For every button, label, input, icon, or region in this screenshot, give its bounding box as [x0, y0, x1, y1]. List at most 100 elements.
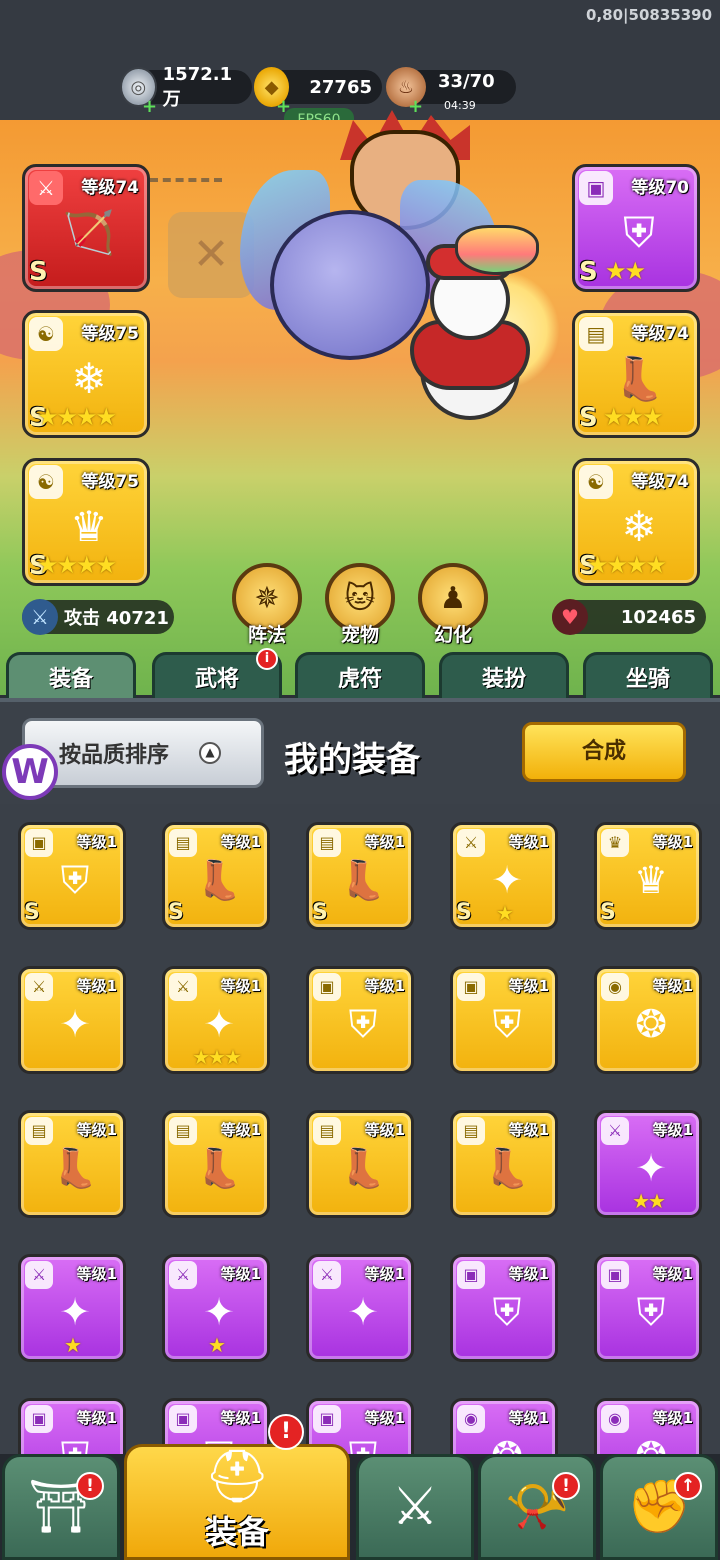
item-level: 等级1	[76, 1265, 117, 1283]
item-stars: ★★★	[192, 1045, 242, 1069]
inventory-item[interactable]: ⚔ 等级1 ✦ S ★	[450, 822, 558, 930]
formation-label: 阵法	[247, 624, 286, 646]
item-level: 等级1	[652, 1121, 693, 1139]
inventory-item[interactable]: ▤ 等级1 👢	[162, 1110, 270, 1218]
item-stars: ★	[208, 1333, 226, 1357]
item-level: 等级1	[508, 1121, 549, 1139]
hp-stat: ♥ 102465	[552, 599, 706, 635]
floating-w-icon[interactable]: W	[2, 744, 58, 800]
equip-level: 等级70	[631, 178, 689, 198]
equipped-boots-slot[interactable]: ▤ 等级74 👢 S ★★★	[572, 310, 700, 438]
item-level: 等级1	[76, 1409, 117, 1427]
armor-icon: ⛨	[492, 1290, 522, 1334]
inventory-item[interactable]: ▤ 等级1 👢	[450, 1110, 558, 1218]
item-level: 等级1	[76, 833, 117, 851]
equip-stars: ★★★★	[587, 551, 667, 579]
tab-tiger-tally[interactable]: 虎符	[295, 652, 425, 698]
item-level: 等级1	[364, 833, 405, 851]
transform-icon: ♟	[439, 580, 467, 616]
equipment-panel-header: 按品质排序 ▲ 我的装备 合成	[0, 698, 720, 804]
equip-level: 等级74	[81, 178, 139, 198]
snowman-pet	[410, 244, 530, 420]
food-timer: 04:39	[444, 99, 476, 112]
equipped-talisman-slot[interactable]: ☯ 等级75 ♛ S ★★★★	[22, 458, 150, 586]
hp-value: 102465	[620, 606, 696, 628]
inventory-item[interactable]: ⚔ 等级1 ✦ ★	[162, 1254, 270, 1362]
attack-stat: ⚔ 攻击 40721	[22, 599, 174, 635]
inventory-item[interactable]: ▣等级1⛨	[450, 1254, 558, 1362]
sort-by-quality-button[interactable]: 按品质排序 ▲	[22, 718, 264, 788]
equip-stars: ★★★★	[37, 403, 117, 431]
nav-shop[interactable]: ⛩	[2, 1454, 120, 1560]
equip-stars: ★★	[605, 257, 646, 285]
tab-mount[interactable]: 坐骑	[583, 652, 713, 698]
equipped-armor-slot[interactable]: ▣ 等级70 ⛨ S ★★	[572, 164, 700, 292]
armor-icon: ⛨	[348, 1002, 378, 1046]
item-level: 等级1	[364, 977, 405, 995]
inventory-item[interactable]: ⚔ 等级1 ✦	[306, 1254, 414, 1362]
inventory-grid: ▣ 等级1 ⛨ S ▤ 等级1 👢 S ▤ 等级1 👢 S ⚔ 等级1 ✦ S ★ ♛ 等级1 ♛ S ⚔ 等级1 ✦ ⚔ 等级1…	[0, 804, 720, 1454]
inventory-item[interactable]: ◉等级1❂	[450, 1398, 558, 1454]
inventory-item[interactable]: ♛ 等级1 ♛ S	[594, 822, 702, 930]
equip-stars: ★★★	[603, 403, 664, 431]
generals-notice-badge: i	[256, 648, 278, 670]
equipped-talisman-slot[interactable]: ☯ 等级75 ❄ S ★★★★	[22, 310, 150, 438]
bottom-nav: ⛩ ! ⛑ 装备 ! ⚔ 📯 ! ✊ ↑	[0, 1414, 720, 1560]
compose-button[interactable]: 合成	[522, 722, 686, 782]
crossed-swords-icon: ⚔	[391, 1477, 439, 1537]
equip-level: 等级75	[81, 324, 139, 344]
silver-resource[interactable]: ◎ + 1572.1万	[120, 64, 252, 117]
add-food-icon[interactable]: +	[408, 96, 423, 117]
inventory-item[interactable]: ▤ 等级1 👢 S	[162, 822, 270, 930]
item-level: 等级1	[508, 833, 549, 851]
attack-value: 攻击 40721	[64, 608, 169, 629]
equip-stars: ★★★★	[37, 551, 117, 579]
item-stars: ★★	[632, 1189, 666, 1213]
amulet-icon: ❂	[619, 1427, 683, 1454]
inventory-item[interactable]: ▤ 等级1 👢 S	[306, 822, 414, 930]
tab-equipment[interactable]: 装备	[6, 652, 136, 698]
inventory-item[interactable]: ⚔ 等级1 ✦	[18, 966, 126, 1074]
nav-equipment[interactable]: ⛑ 装备	[124, 1444, 350, 1560]
food-resource[interactable]: ♨ + 33/70 04:39	[386, 67, 516, 117]
inventory-item[interactable]: ⚔ 等级1 ✦ ★	[18, 1254, 126, 1362]
weapon-icon: ✦	[59, 1002, 91, 1046]
gold-value: 27765	[309, 76, 372, 98]
inventory-item[interactable]: ⚔ 等级1 ✦ ★★	[594, 1110, 702, 1218]
inventory-item[interactable]: ▣等级1⛨	[306, 966, 414, 1074]
transform-label: 幻化	[433, 624, 472, 646]
equipped-talisman-slot[interactable]: ☯ 等级74 ❄ S ★★★★	[572, 458, 700, 586]
panel-title: 我的装备	[284, 740, 420, 780]
nav-horn[interactable]: 📯	[478, 1454, 596, 1560]
inventory-item[interactable]: ⚔ 等级1 ✦ ★★★	[162, 966, 270, 1074]
item-level: 等级1	[364, 1121, 405, 1139]
inventory-item[interactable]: ▣ 等级1 ⛨ S	[18, 822, 126, 930]
hero-character[interactable]	[240, 110, 550, 430]
boots-icon: 👢	[195, 858, 243, 902]
inventory-item[interactable]: ▤ 等级1 👢	[306, 1110, 414, 1218]
inventory-item[interactable]: ◉等级1❂	[594, 966, 702, 1074]
helmet-icon: ⛑	[203, 1447, 270, 1507]
inventory-item[interactable]: ▤ 等级1 👢	[18, 1110, 126, 1218]
build-id-text: 0,80|50835390	[586, 6, 712, 24]
inventory-item[interactable]: ▣等级1⛨	[594, 1254, 702, 1362]
equip-level: 等级74	[631, 472, 689, 492]
equipped-weapon-slot[interactable]: ⚔ 等级74 🏹 S	[22, 164, 150, 292]
item-level: 等级1	[652, 833, 693, 851]
inventory-item[interactable]: ▣等级1⛨	[18, 1398, 126, 1454]
add-silver-icon[interactable]: +	[142, 96, 157, 117]
silver-value: 1572.1万	[162, 63, 233, 110]
inventory-item[interactable]: ▣等级1⛨	[450, 966, 558, 1074]
nav-equipment-badge: !	[268, 1414, 304, 1450]
nav-battle[interactable]: ⚔	[356, 1454, 474, 1560]
item-level: 等级1	[220, 977, 261, 995]
pet-cat-icon: 🐱	[344, 580, 376, 616]
inventory-item[interactable]: ◉等级1❂	[594, 1398, 702, 1454]
pet-label: 宠物	[340, 624, 379, 646]
item-grade: S	[24, 900, 40, 925]
sword-icon: ✕	[192, 229, 230, 280]
gold-resource[interactable]: ◆ + 27765	[254, 67, 382, 117]
equip-grade: S	[579, 257, 598, 287]
tab-outfit[interactable]: 装扮	[439, 652, 569, 698]
nav-upgrade[interactable]: ✊	[600, 1454, 718, 1560]
